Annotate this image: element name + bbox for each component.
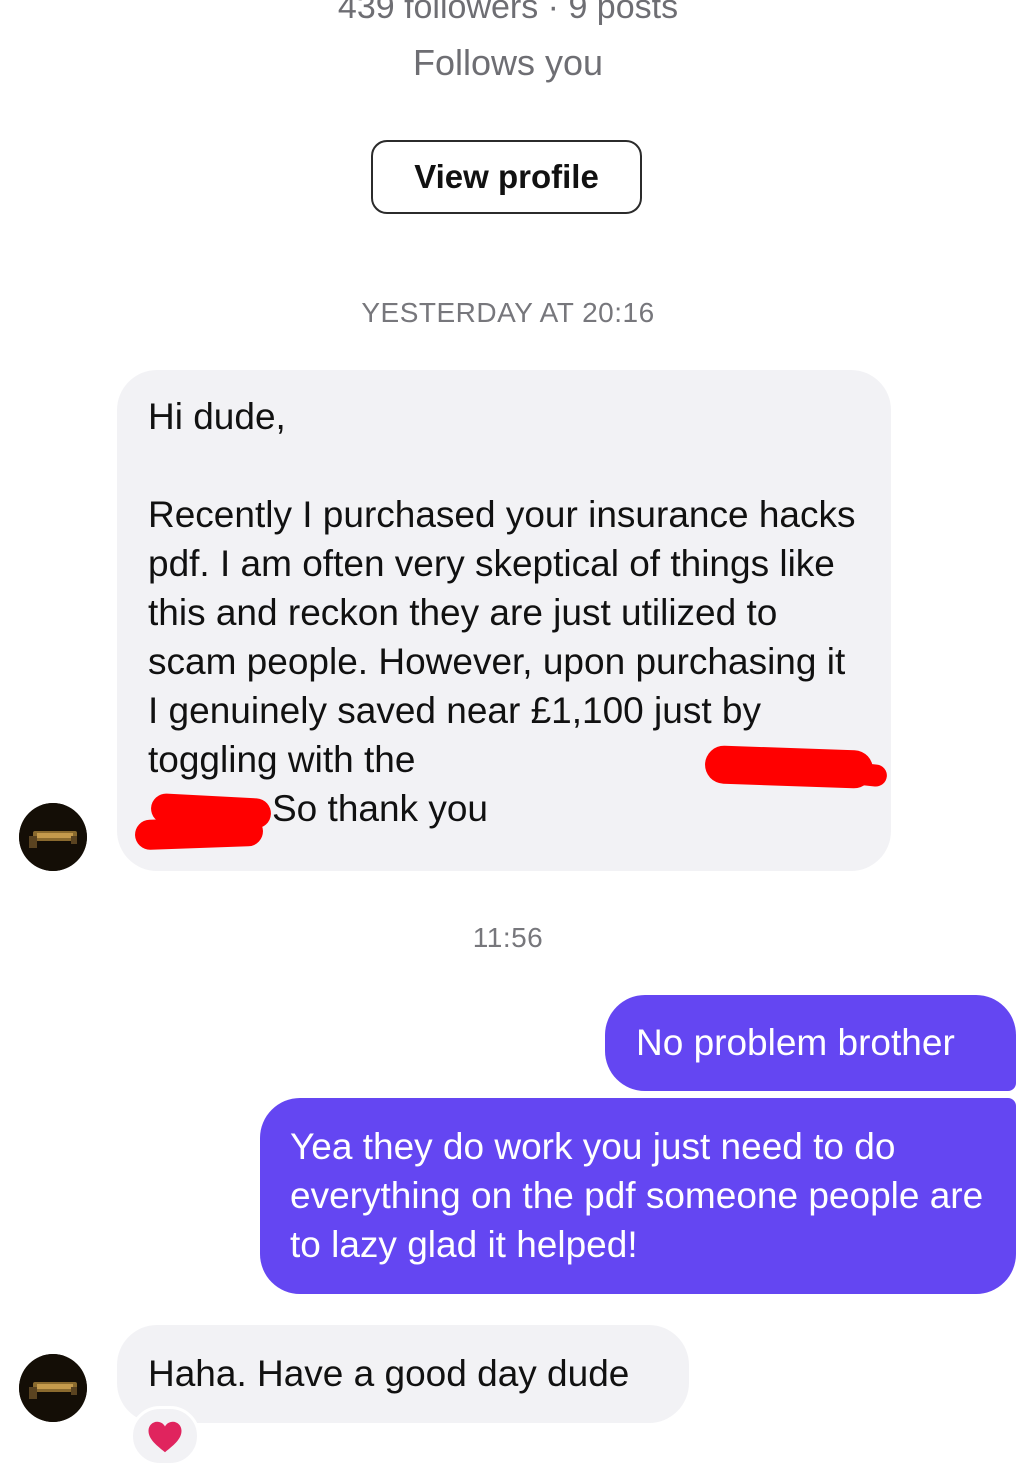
avatar-icon	[19, 803, 87, 871]
heart-icon	[148, 1421, 182, 1452]
message-reaction[interactable]	[130, 1406, 200, 1466]
redaction-mark	[134, 815, 264, 851]
message-timestamp: YESTERDAY AT 20:16	[361, 297, 655, 328]
avatar-icon	[19, 1354, 87, 1422]
message-timestamp: 11:56	[472, 922, 544, 953]
message-text-closing: So thank you	[272, 788, 488, 829]
message-text-body: Recently I purchased your insurance hack…	[148, 494, 856, 780]
view-profile-button[interactable]: View profile	[371, 140, 642, 214]
outgoing-message-bubble[interactable]: Yea they do work you just need to do eve…	[260, 1098, 1016, 1294]
sender-avatar[interactable]	[19, 1354, 87, 1422]
incoming-message-bubble[interactable]: Haha. Have a good day dude	[117, 1325, 689, 1423]
message-text: Hi dude,	[148, 396, 286, 437]
outgoing-message-bubble[interactable]: No problem brother	[605, 995, 1016, 1091]
profile-stats: 439 followers · 9 posts	[337, 0, 679, 26]
sender-avatar[interactable]	[19, 803, 87, 871]
follows-you-label: Follows you	[412, 42, 604, 83]
incoming-message-bubble[interactable]: Hi dude, Recently I purchased your insur…	[117, 370, 891, 871]
